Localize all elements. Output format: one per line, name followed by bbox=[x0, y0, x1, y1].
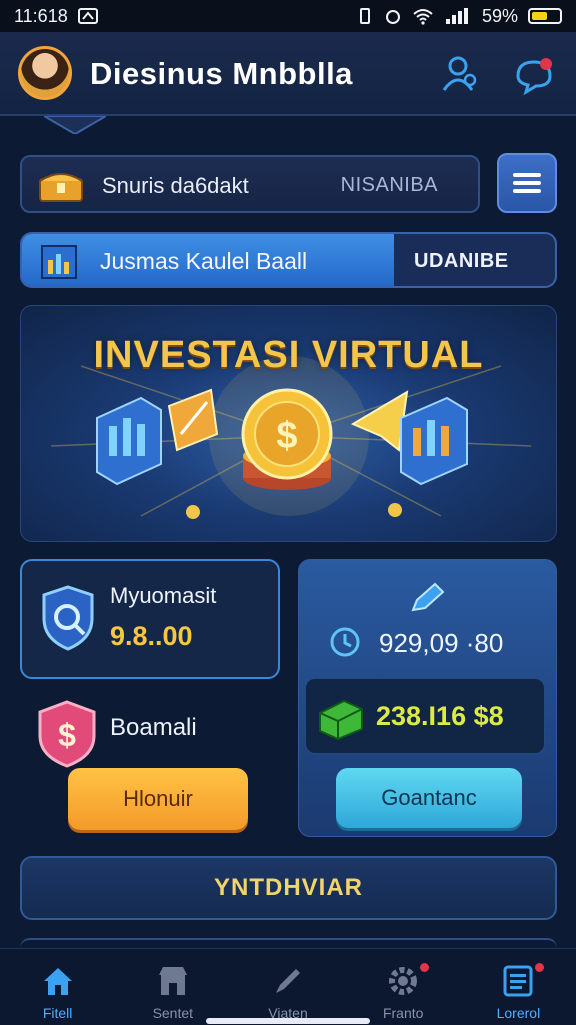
list-badge bbox=[535, 963, 545, 972]
nav-shop-label: Sentet bbox=[152, 1005, 194, 1021]
promo-label: Boamali bbox=[110, 714, 197, 741]
status-time: 11:618 bbox=[14, 5, 68, 26]
stats-card-left[interactable]: Myuomasit 9.8..00 bbox=[20, 559, 280, 679]
nav-settings[interactable]: Franto bbox=[346, 949, 461, 1025]
notification-icon bbox=[77, 8, 98, 24]
app-header: Diesinus Mnbblla bbox=[0, 32, 576, 116]
header-notch bbox=[44, 116, 106, 134]
nav-list-label: Lorerol bbox=[496, 1005, 541, 1021]
nav-write[interactable]: Viaten bbox=[230, 949, 345, 1025]
home-indicator bbox=[206, 1018, 370, 1024]
stats-card-right: 929,09 ·80 238.I16 $8 Goantanc bbox=[298, 559, 557, 837]
svg-text:$: $ bbox=[58, 717, 76, 753]
earnings-box: 238.I16 $8 bbox=[305, 678, 545, 754]
hamburger-menu-icon bbox=[513, 173, 541, 193]
promo-button[interactable]: Hlonuir bbox=[68, 768, 248, 830]
nav-home[interactable]: Fitell bbox=[0, 949, 115, 1025]
banner-title: INVESTASI VIRTUAL bbox=[93, 334, 484, 376]
settings-badge bbox=[419, 963, 429, 972]
bottom-nav: Fitell Sentet Viaten Franto Lorerol bbox=[0, 948, 576, 1025]
shield-search-icon bbox=[42, 585, 94, 651]
promo-pill[interactable]: Jusmas Kaulel Baall UDANIBE bbox=[20, 232, 557, 288]
menu-button[interactable] bbox=[497, 153, 557, 213]
battery-percent: 59% bbox=[481, 5, 518, 26]
right-building bbox=[400, 396, 468, 486]
stats-left-label: Myuomasit bbox=[110, 583, 217, 608]
pencil-icon bbox=[411, 582, 445, 612]
treasure-chest-icon bbox=[39, 173, 83, 202]
status-bar: 11:618 59% bbox=[0, 0, 576, 32]
nav-list[interactable]: Lorerol bbox=[461, 949, 576, 1025]
search-code: NISANIBA bbox=[340, 174, 438, 196]
battery-icon bbox=[528, 8, 562, 24]
settings-gear-icon bbox=[389, 967, 418, 995]
pen-icon bbox=[276, 969, 300, 993]
main-action-button[interactable]: YNTDHVIAR bbox=[20, 856, 557, 920]
app-title: Diesinus Mnbblla bbox=[90, 56, 353, 91]
nav-home-label: Fitell bbox=[42, 1005, 73, 1021]
invest-banner[interactable]: $ INVESTASI VIRTUAL bbox=[20, 305, 557, 542]
promo-pill-action[interactable]: UDANIBE bbox=[414, 250, 509, 273]
cash-icon bbox=[319, 699, 363, 741]
clock-icon bbox=[330, 627, 360, 657]
friends-icon[interactable] bbox=[436, 52, 480, 96]
home-icon bbox=[43, 968, 72, 995]
left-building bbox=[96, 396, 162, 486]
svg-text:$: $ bbox=[276, 415, 297, 457]
list-icon bbox=[503, 965, 533, 997]
search-label: Snuris da6dakt bbox=[102, 173, 249, 198]
vibrate-icon bbox=[359, 8, 370, 24]
collect-button[interactable]: Goantanc bbox=[336, 768, 522, 828]
wifi-icon bbox=[413, 9, 433, 25]
dollar-badge-icon: $ bbox=[38, 700, 96, 768]
chat-icon[interactable] bbox=[512, 52, 556, 96]
search-bar[interactable]: Snuris da6dakt NISANIBA bbox=[20, 155, 480, 213]
avatar[interactable] bbox=[18, 46, 72, 100]
balance-amount: 929,09 ·80 bbox=[379, 628, 504, 658]
promo-pill-label: Jusmas Kaulel Baall bbox=[100, 248, 308, 274]
stats-left-value: 9.8..00 bbox=[110, 621, 193, 651]
building-chart-icon bbox=[41, 245, 77, 279]
signal-icon bbox=[445, 8, 468, 24]
alarm-icon bbox=[385, 10, 400, 24]
shop-icon bbox=[158, 967, 187, 995]
nav-shop[interactable]: Sentet bbox=[115, 949, 230, 1025]
nav-settings-label: Franto bbox=[382, 1005, 424, 1021]
earnings-amount: 238.I16 $8 bbox=[376, 701, 504, 731]
